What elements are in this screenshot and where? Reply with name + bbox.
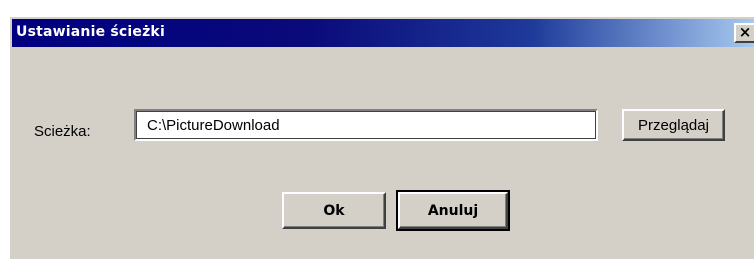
path-label: Scieżka: (34, 123, 91, 140)
window-title: Ustawianie ścieżki (16, 24, 165, 40)
ok-button[interactable]: Ok (282, 192, 386, 229)
close-icon: × (738, 23, 752, 41)
title-bar[interactable]: Ustawianie ścieżki × (12, 19, 754, 47)
path-settings-dialog: Ustawianie ścieżki × Scieżka: Przeglądaj… (8, 15, 754, 259)
path-input[interactable] (134, 109, 598, 141)
cancel-button[interactable]: Anuluj (396, 190, 510, 231)
browse-button[interactable]: Przeglądaj (622, 109, 725, 141)
close-button[interactable]: × (734, 23, 754, 43)
